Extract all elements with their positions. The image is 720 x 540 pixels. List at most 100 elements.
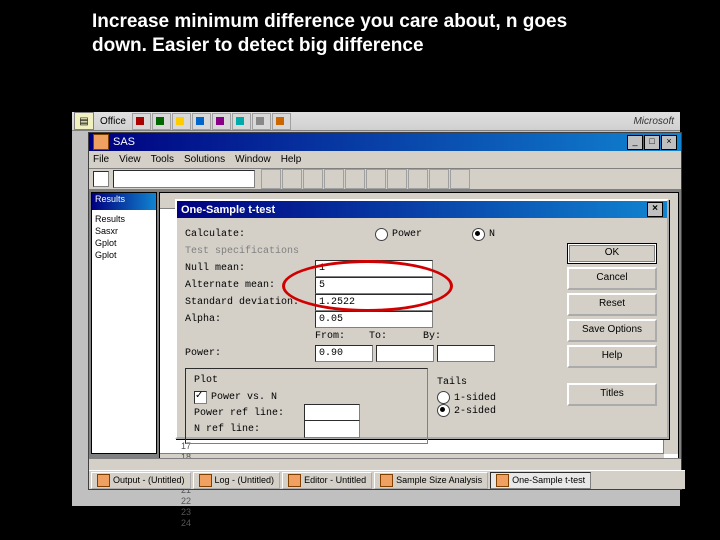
- titles-button[interactable]: Titles: [567, 383, 657, 406]
- radio-power[interactable]: [375, 228, 388, 241]
- radio-1sided[interactable]: [437, 391, 450, 404]
- results-tree[interactable]: Results Sasxr Gplot Gplot: [92, 210, 156, 264]
- to-label: To:: [369, 331, 419, 342]
- office-btn-6[interactable]: [232, 113, 251, 130]
- radio-2sided-label: 2-sided: [454, 406, 496, 417]
- taskbar-log[interactable]: Log - (Untitled): [193, 472, 281, 489]
- sd-input[interactable]: [315, 294, 433, 311]
- dialog-close-button[interactable]: ×: [647, 202, 663, 217]
- power-to-input[interactable]: [376, 345, 434, 362]
- tree-item[interactable]: Sasxr: [95, 225, 153, 237]
- save-options-button[interactable]: Save Options: [567, 319, 657, 342]
- doc-icon: [97, 474, 110, 487]
- taskbar-output-label: Output - (Untitled): [113, 475, 185, 485]
- office-btn-4[interactable]: [192, 113, 211, 130]
- office-buttons: [132, 113, 291, 130]
- toolbar-btn-6[interactable]: [366, 169, 386, 189]
- doc-icon: [496, 474, 509, 487]
- radio-n-label: N: [489, 229, 495, 240]
- sas-taskbar: Output - (Untitled) Log - (Untitled) Edi…: [89, 470, 685, 489]
- alpha-input[interactable]: [315, 311, 433, 328]
- cancel-button[interactable]: Cancel: [567, 267, 657, 290]
- rownum: 22: [161, 496, 191, 507]
- reset-button[interactable]: Reset: [567, 293, 657, 316]
- menu-solutions[interactable]: Solutions: [184, 154, 225, 165]
- tree-item[interactable]: Results: [95, 213, 153, 225]
- toolbar-btn-9[interactable]: [429, 169, 449, 189]
- taskbar-ssa[interactable]: Sample Size Analysis: [374, 472, 488, 489]
- toolbar-check-icon[interactable]: [93, 171, 109, 187]
- spec-label: Test specifications: [185, 246, 299, 257]
- sas-window: SAS _ □ × File View Tools Solutions Wind…: [88, 132, 682, 490]
- menu-view[interactable]: View: [119, 154, 141, 165]
- null-mean-label: Null mean:: [185, 263, 315, 274]
- taskbar-ttest-label: One-Sample t-test: [512, 475, 585, 485]
- tree-item[interactable]: Gplot: [95, 237, 153, 249]
- menu-help[interactable]: Help: [281, 154, 302, 165]
- from-label: From:: [315, 331, 365, 342]
- toolbar-btn-1[interactable]: [261, 169, 281, 189]
- office-btn-5[interactable]: [212, 113, 231, 130]
- close-button[interactable]: ×: [661, 135, 677, 150]
- n-ref-input[interactable]: [304, 420, 360, 438]
- tree-item[interactable]: Gplot: [95, 249, 153, 261]
- doc-icon: [288, 474, 301, 487]
- toolbar-btn-5[interactable]: [345, 169, 365, 189]
- office-start-icon[interactable]: ▤: [74, 112, 94, 130]
- desktop-area: ▤ Office Microsoft SAS _ □: [72, 112, 680, 506]
- maximize-button[interactable]: □: [644, 135, 660, 150]
- alt-mean-label: Alternate mean:: [185, 280, 315, 291]
- help-button[interactable]: Help: [567, 345, 657, 368]
- radio-2sided[interactable]: [437, 404, 450, 417]
- toolbar-btn-4[interactable]: [324, 169, 344, 189]
- power-label: Power:: [185, 348, 315, 359]
- taskbar-ttest[interactable]: One-Sample t-test: [490, 472, 591, 489]
- tails-panel: Tails 1-sided 2-sided: [437, 377, 557, 417]
- sas-icon: [93, 134, 109, 150]
- taskbar-log-label: Log - (Untitled): [215, 475, 275, 485]
- power-by-input[interactable]: [437, 345, 495, 362]
- sas-titlebar[interactable]: SAS _ □ ×: [89, 133, 681, 151]
- office-toolbar: ▤ Office Microsoft: [72, 112, 680, 131]
- sas-toolbar: [89, 169, 681, 190]
- doc-icon: [380, 474, 393, 487]
- office-btn-3[interactable]: [172, 113, 191, 130]
- dialog-titlebar[interactable]: One-Sample t-test ×: [177, 201, 667, 218]
- alt-mean-input[interactable]: [315, 277, 433, 294]
- sas-title: SAS: [113, 136, 135, 148]
- menu-tools[interactable]: Tools: [151, 154, 174, 165]
- office-label: Office: [100, 116, 126, 127]
- alpha-label: Alpha:: [185, 314, 315, 325]
- rownum: 23: [161, 507, 191, 518]
- plot-checkbox-label: Power vs. N: [211, 392, 277, 403]
- rownum: 24: [161, 518, 191, 529]
- office-btn-8[interactable]: [272, 113, 291, 130]
- office-btn-2[interactable]: [152, 113, 171, 130]
- taskbar-editor[interactable]: Editor - Untitled: [282, 472, 372, 489]
- office-btn-7[interactable]: [252, 113, 271, 130]
- radio-power-label: Power: [392, 229, 422, 240]
- power-from-input[interactable]: [315, 345, 373, 362]
- plot-title: Plot: [194, 375, 419, 386]
- toolbar-btn-2[interactable]: [282, 169, 302, 189]
- sas-menubar: File View Tools Solutions Window Help: [89, 151, 681, 169]
- toolbar-btn-3[interactable]: [303, 169, 323, 189]
- power-ref-label: Power ref line:: [194, 408, 304, 419]
- taskbar-output[interactable]: Output - (Untitled): [91, 472, 191, 489]
- toolbar-btn-8[interactable]: [408, 169, 428, 189]
- menu-file[interactable]: File: [93, 154, 109, 165]
- dialog-title: One-Sample t-test: [181, 204, 275, 216]
- toolbar-btn-10[interactable]: [450, 169, 470, 189]
- plot-checkbox[interactable]: [194, 391, 207, 404]
- minimize-button[interactable]: _: [627, 135, 643, 150]
- menu-window[interactable]: Window: [235, 154, 271, 165]
- toolbar-combo[interactable]: [113, 170, 255, 188]
- radio-n[interactable]: [472, 228, 485, 241]
- null-mean-input[interactable]: [315, 260, 433, 277]
- sd-label: Standard deviation:: [185, 297, 315, 308]
- toolbar-btn-7[interactable]: [387, 169, 407, 189]
- doc-icon: [199, 474, 212, 487]
- office-btn-1[interactable]: [132, 113, 151, 130]
- ok-button[interactable]: OK: [567, 243, 657, 264]
- results-tree-title: Results: [92, 193, 156, 210]
